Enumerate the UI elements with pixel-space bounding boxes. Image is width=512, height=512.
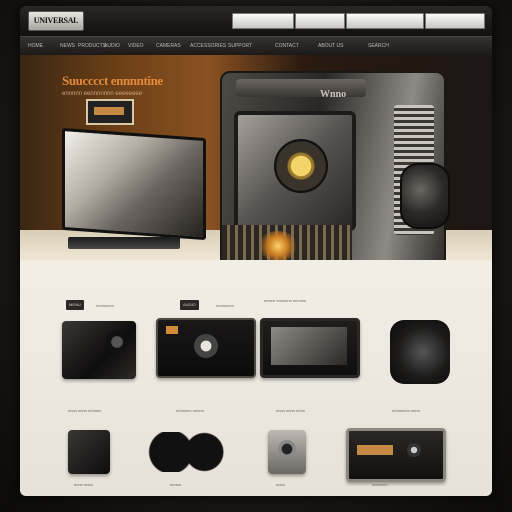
product-caption: nnnnnnn nnnnn [176,408,204,413]
header-button-2[interactable] [295,13,345,29]
main-nav: HOME NEWS PRODUCTS AUDIO VIDEO CAMERAS A… [20,36,492,56]
product-caption: nnnn [276,482,285,487]
nav-item-search[interactable]: SEARCH [368,41,389,51]
web-page: UNIVERSAL HOME NEWS PRODUCTS AUDIO VIDEO… [20,6,492,496]
hero-title: Suucccct ennnntine [62,73,163,88]
device-top-panel [236,79,366,97]
nav-item-cameras[interactable]: CAMERAS [156,41,181,51]
section-tag-2[interactable]: AUDIO [180,300,199,310]
product-caption: nnnnn [170,482,182,487]
product-section: MENU nnnnnnnn AUDIO nnnnnnnn eeeee nnnnn… [20,260,492,496]
nav-item-audio[interactable]: AUDIO [104,41,120,51]
section-text-3: eeeee nnnnnnn nnnnnn [264,298,307,303]
dial-icon [274,139,328,193]
knob-icon [400,163,450,229]
device-screen [234,111,356,231]
product-caption: nnnnnnnn nnnn [392,408,420,413]
product-speaker[interactable] [390,320,450,384]
product-caption: nnnn nnnn [74,482,93,487]
nav-item-contact[interactable]: CONTACT [275,41,299,51]
nav-item-about[interactable]: ABOUT US [318,41,343,51]
product-laptop[interactable] [346,428,446,482]
nav-item-news[interactable]: NEWS [60,41,75,51]
product-camera[interactable] [268,430,306,474]
top-bar: UNIVERSAL [20,6,492,36]
glow-light [258,231,298,261]
product-amplifier[interactable] [156,318,256,378]
product-caption: nnnnnnn [372,482,388,487]
section-text-2: nnnnnnnn [216,303,234,308]
section-text-1: nnnnnnnn [96,303,114,308]
monitor-base [68,237,180,249]
product-headphones[interactable] [142,432,238,472]
hero-banner[interactable]: Suucccct ennnntine ennnnn eennnnnnn eeee… [20,55,492,285]
nav-item-products[interactable]: PRODUCTS [78,41,106,51]
nav-item-video[interactable]: VIDEO [128,41,144,51]
site-logo[interactable]: UNIVERSAL [28,11,84,31]
nav-item-support[interactable]: SUPPORT [228,41,252,51]
hero-subtitle: ennnnn eennnnnnn eeeeeeee [62,91,143,97]
product-caption: nnnn nnnn nnnnnn [68,408,102,413]
monitor-screen-content [86,99,134,125]
product-display[interactable] [260,318,360,378]
retro-tv-device: Wnno [220,71,450,285]
product-radio[interactable] [62,321,136,379]
header-button-3[interactable] [346,13,424,29]
nav-item-accessories[interactable]: ACCESSORIES [190,41,226,51]
product-caption: nnnn nnnn nnnn [276,408,305,413]
product-cube-speaker[interactable] [68,430,110,474]
header-button-1[interactable] [232,13,294,29]
header-button-4[interactable] [425,13,485,29]
device-label: Wnno [320,89,347,100]
nav-item-home[interactable]: HOME [28,41,43,51]
section-tag-1[interactable]: MENU [66,300,84,310]
monitor-image [62,127,206,241]
